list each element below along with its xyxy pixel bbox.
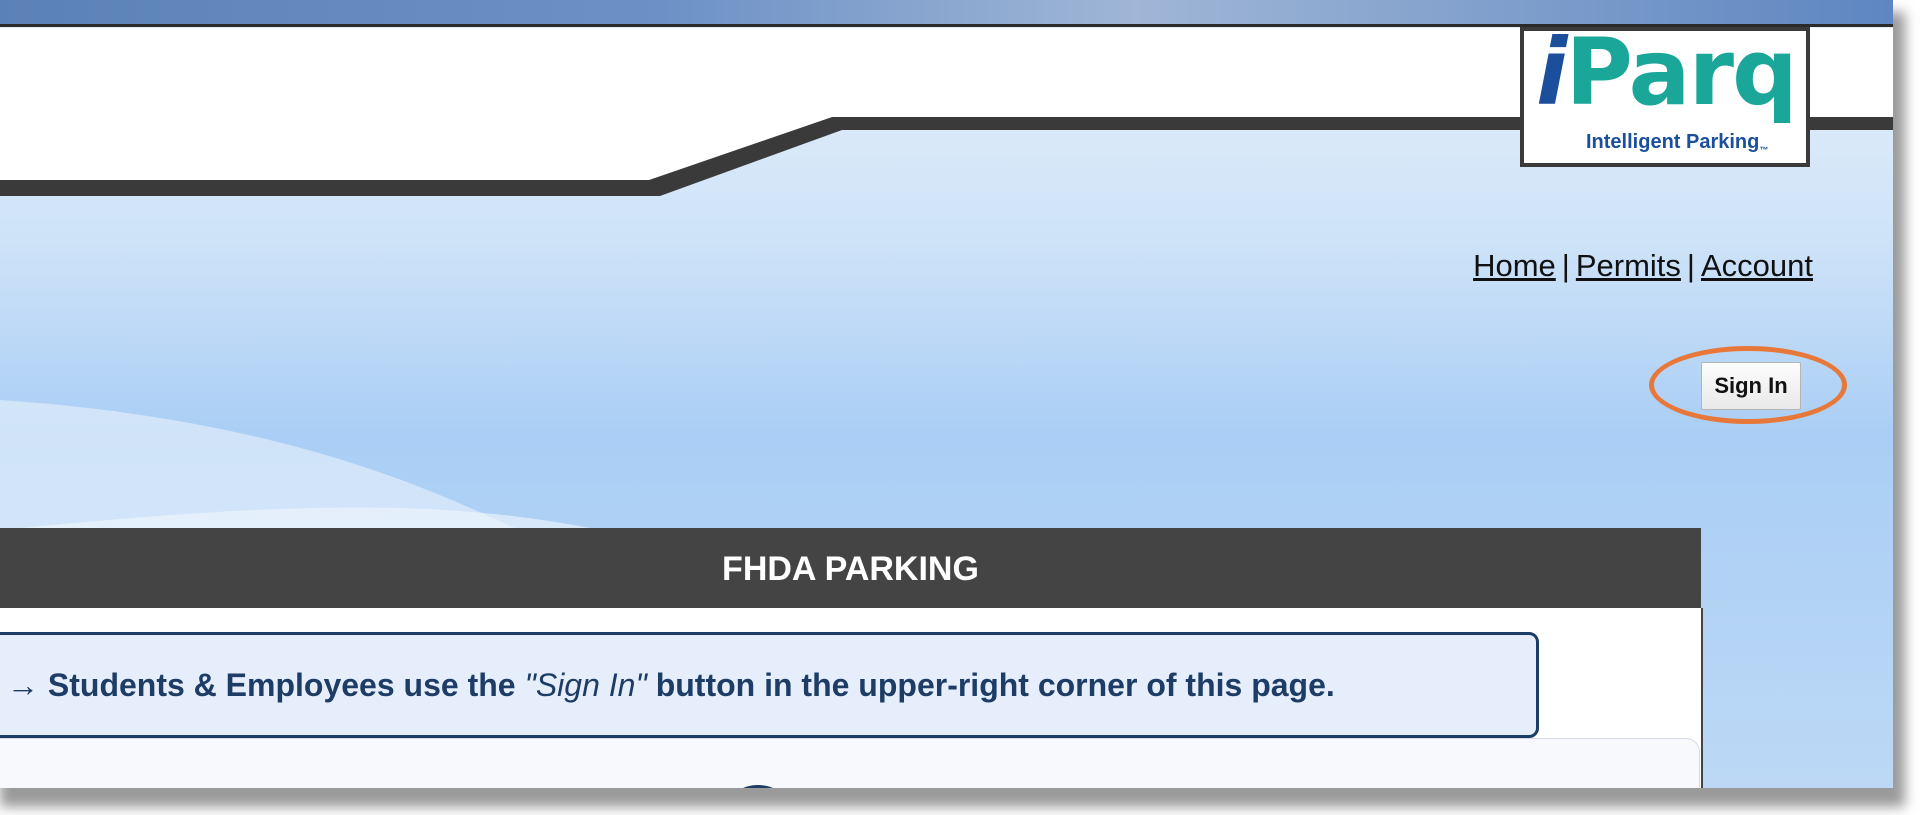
nav-separator: | xyxy=(1686,248,1695,283)
notice-emphasis: "Sign In" xyxy=(524,667,647,703)
logo-word-parq: Parq xyxy=(1565,19,1798,126)
logo-trademark: ™ xyxy=(1759,145,1769,155)
notice-text-before: Students & Employees use the xyxy=(47,667,525,703)
logo-tagline: Intelligent Parking™ xyxy=(1586,131,1768,155)
nav-separator: | xyxy=(1561,248,1570,283)
top-nav: Home | Permits | Account xyxy=(1473,248,1813,284)
iparq-logo: iParq Intelligent Parking™ xyxy=(1520,27,1810,167)
content-card xyxy=(0,738,1700,788)
signin-notice-box: → Students & Employees use the "Sign In"… xyxy=(0,632,1539,738)
panel-title: FHDA PARKING xyxy=(722,550,979,588)
arrow-icon: → xyxy=(7,667,39,703)
screenshot-frame: iParq Intelligent Parking™ Home | Permits |… xyxy=(0,0,1893,788)
logo-wordmark: iParq xyxy=(1536,27,1798,119)
nav-home-link[interactable]: Home xyxy=(1473,248,1556,283)
notice-text-after: button in the upper-right corner of this… xyxy=(646,667,1335,703)
background-swoosh xyxy=(0,400,600,530)
logo-tagline-text: Intelligent Parking xyxy=(1586,131,1760,153)
panel-header: FHDA PARKING xyxy=(0,528,1701,608)
nav-permits-link[interactable]: Permits xyxy=(1576,248,1681,283)
signin-notice-text: → Students & Employees use the "Sign In"… xyxy=(7,667,1335,704)
logo-letter-i: i xyxy=(1536,19,1568,126)
nav-account-link[interactable]: Account xyxy=(1701,248,1813,283)
sign-in-button[interactable]: Sign In xyxy=(1701,362,1801,410)
